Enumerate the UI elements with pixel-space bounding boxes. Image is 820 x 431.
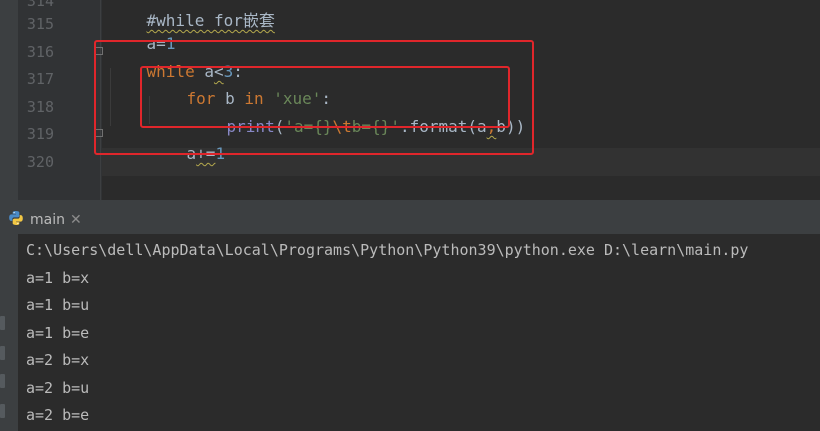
console-output-line: a=1 b=x <box>26 269 90 287</box>
console-output-line: a=2 b=u <box>26 379 90 397</box>
editor-left-strip <box>0 0 18 200</box>
line-number: 319 <box>26 125 54 143</box>
line-number: 320 <box>26 153 54 171</box>
line-number: 318 <box>26 98 54 116</box>
line-number: 317 <box>26 70 54 88</box>
code-editor[interactable]: 314 315 316 317 318 319 320 #while for嵌套… <box>0 0 820 200</box>
toolbar-button[interactable] <box>0 316 5 330</box>
line-number: 315 <box>26 15 54 33</box>
run-tab-bar: main ✕ <box>0 205 820 234</box>
toolbar-button[interactable] <box>0 404 5 418</box>
console-command-line: C:\Users\dell\AppData\Local\Programs\Pyt… <box>26 241 749 259</box>
line-number: 316 <box>26 43 54 61</box>
python-icon <box>8 210 24 230</box>
console-output-line: a=2 b=e <box>26 406 90 424</box>
close-icon[interactable]: ✕ <box>70 212 82 228</box>
line-number: 314 <box>26 0 54 10</box>
toolbar-button[interactable] <box>0 346 5 360</box>
run-tab-main[interactable]: main ✕ <box>0 205 90 234</box>
console-output-line: a=1 b=e <box>26 324 90 342</box>
inner-highlight-box <box>140 66 510 128</box>
run-toolbar-strip <box>0 234 18 431</box>
console-output-line: a=2 b=x <box>26 351 90 369</box>
console-output-line: a=1 b=u <box>26 296 90 314</box>
toolbar-button[interactable] <box>0 374 5 388</box>
run-console-output[interactable]: C:\Users\dell\AppData\Local\Programs\Pyt… <box>18 234 820 431</box>
run-tab-label: main <box>30 211 65 228</box>
